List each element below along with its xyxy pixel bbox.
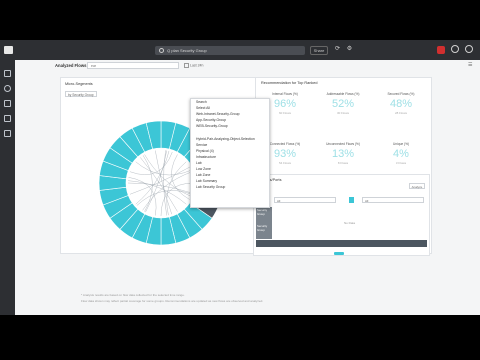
metric-sub: 28 Flows	[394, 111, 407, 115]
dropdown-item[interactable]: Lab Security Group	[191, 184, 269, 190]
panel-title: Micro-Segments	[65, 82, 93, 86]
app-logo	[4, 46, 13, 54]
metric-sub: 8 Flows	[337, 161, 349, 165]
footnote-2: Flow data shown may reflect partial cove…	[81, 299, 264, 303]
metric-label: Internal Flows (%)	[272, 92, 298, 96]
footnote-1: * Analysis results are based on flow dat…	[81, 293, 185, 297]
search-icon	[159, 48, 164, 54]
sidebar	[0, 60, 15, 315]
search-suggestions-dropdown: Search Select All Web-Intranet-Security-…	[190, 98, 270, 208]
time-range-checkbox[interactable]: Last 24h	[184, 63, 203, 68]
metric-label: Unique (%)	[393, 142, 409, 146]
group-by-select[interactable]: by Security Group	[65, 91, 97, 97]
help-icon[interactable]	[451, 45, 459, 53]
metric-sub: 30 Flows	[336, 111, 349, 115]
recommendation-title: Recommendation for Top Ranked	[261, 81, 318, 85]
no-data-label: No Data	[344, 221, 356, 225]
more-menu-icon[interactable]: ☰	[468, 62, 474, 68]
metric-sub: 3 Flows	[395, 161, 407, 165]
metric-label: Unconnected Flows (%)	[326, 142, 360, 146]
refresh-icon[interactable]: ⟳	[334, 46, 341, 53]
discover-icon[interactable]	[4, 85, 11, 92]
checkbox-icon	[184, 63, 189, 68]
metric-value: 13%	[331, 148, 355, 160]
metric-label: Secured Flows (%)	[387, 92, 415, 96]
metric-value: 48%	[389, 98, 413, 110]
metric-label: Addressable Flows (%)	[326, 92, 360, 96]
metric-secured: Secured Flows (%) 48% 28 Flows	[372, 92, 430, 115]
share-button[interactable]: Share	[310, 46, 328, 55]
metric-unconnected: Unconnected Flows (%) 13% 8 Flows	[314, 142, 372, 165]
metric-unique: Unique (%) 4% 3 Flows	[372, 142, 430, 165]
row-label: Security Group	[257, 224, 268, 232]
page-title: Analyzed Flows	[55, 63, 87, 68]
metric-addressable: Addressable Flows (%) 52% 30 Flows	[314, 92, 372, 115]
filter-input[interactable]: ear	[87, 62, 179, 69]
home-icon[interactable]	[4, 70, 11, 77]
alert-triangle-icon[interactable]	[4, 100, 11, 107]
destination-select[interactable]: All	[362, 197, 424, 203]
alert-icon[interactable]	[437, 46, 445, 54]
monitor-icon[interactable]	[4, 115, 11, 122]
checkbox-label: Last 24h	[190, 63, 204, 68]
analyze-button[interactable]: Analyze	[409, 183, 425, 189]
top-bar: Q plan Security Group Share ⟳ ⚙	[0, 40, 480, 60]
legend-swatch	[334, 252, 344, 255]
search-input[interactable]: Q plan Security Group	[155, 46, 305, 55]
settings-icon[interactable]: ⚙	[346, 46, 353, 53]
user-icon[interactable]	[465, 45, 473, 53]
search-value: Q plan Security Group	[167, 48, 207, 53]
total-row	[256, 240, 427, 247]
metric-value: 4%	[393, 148, 409, 160]
row-labels: Security Group Security Group	[256, 207, 272, 239]
swap-icon[interactable]	[349, 197, 354, 203]
source-select[interactable]: All	[274, 197, 336, 203]
services-panel: Services/Ports Analyze All All Security …	[253, 174, 430, 256]
reports-icon[interactable]	[4, 130, 11, 137]
app-window: Q plan Security Group Share ⟳ ⚙ Analyzed…	[0, 40, 480, 315]
row-label: Security Group	[257, 208, 268, 216]
metric-value: 52%	[331, 98, 355, 110]
